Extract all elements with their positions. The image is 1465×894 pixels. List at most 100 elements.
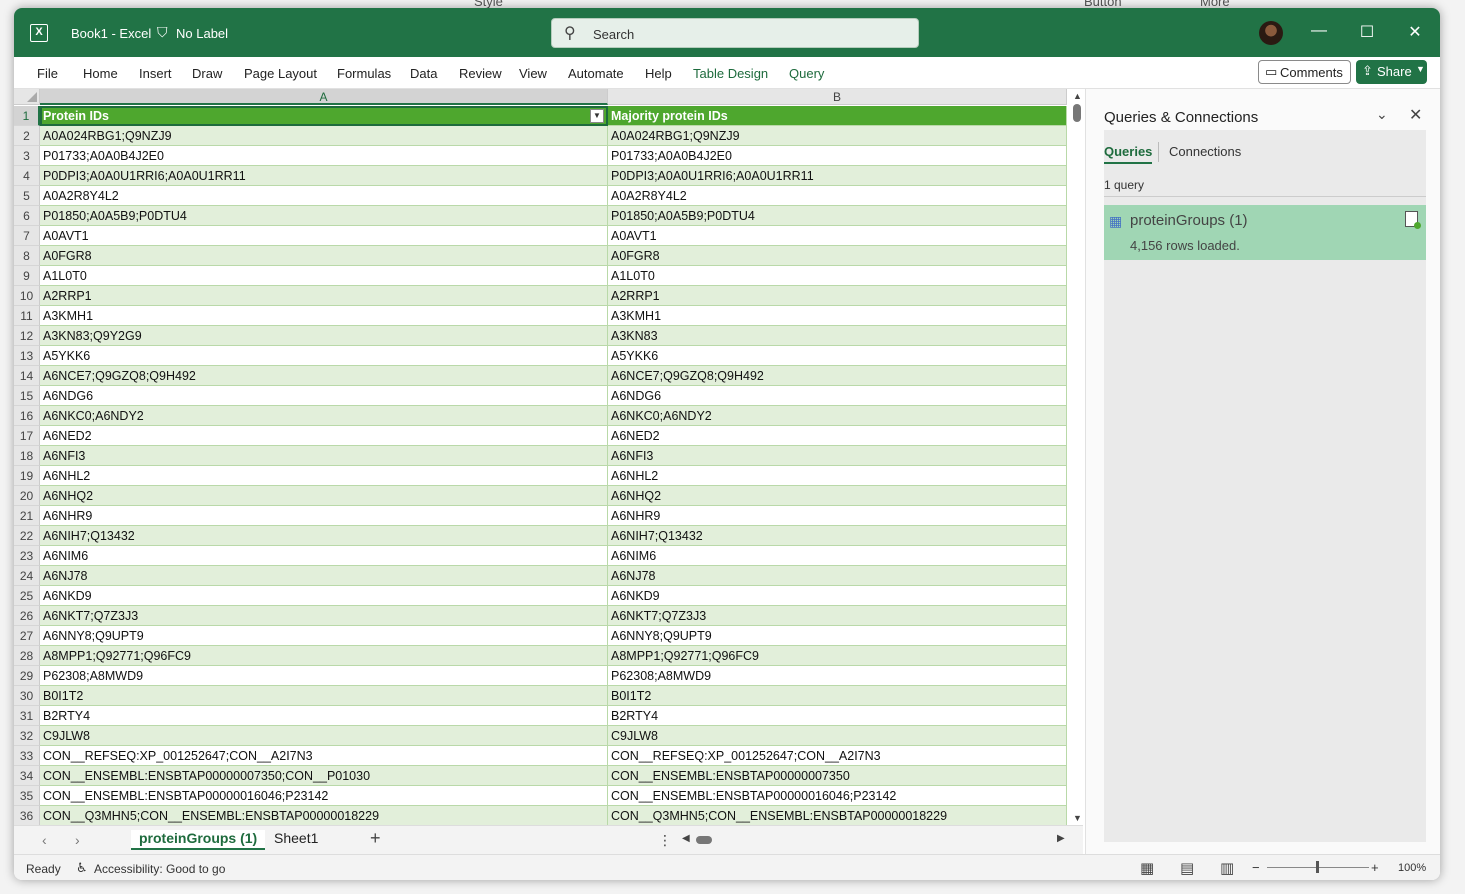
tab-data[interactable]: Data [410, 66, 437, 81]
cell-majority-protein-ids[interactable]: CON__ENSEMBL:ENSBTAP00000007350 [608, 766, 1067, 786]
page-break-view-icon[interactable]: ▥ [1220, 859, 1234, 877]
comments-button[interactable]: ▭ Comments [1258, 60, 1351, 84]
row-number[interactable]: 15 [14, 386, 40, 406]
filter-dropdown-icon[interactable]: ▼ [590, 109, 604, 123]
cell-protein-ids[interactable]: A6NNY8;Q9UPT9 [40, 626, 608, 646]
shield-icon[interactable]: ⛉ [157, 24, 168, 41]
cell-majority-protein-ids[interactable]: C9JLW8 [608, 726, 1067, 746]
cell-protein-ids[interactable]: A6NED2 [40, 426, 608, 446]
row-number[interactable]: 35 [14, 786, 40, 806]
row-number[interactable]: 34 [14, 766, 40, 786]
zoom-out-button[interactable]: − [1252, 860, 1260, 875]
share-button[interactable]: ⇪ Share ▼ [1356, 60, 1427, 84]
row-number[interactable]: 9 [14, 266, 40, 286]
tab-home[interactable]: Home [83, 66, 118, 81]
tab-queries[interactable]: Queries [1104, 144, 1153, 164]
cell-protein-ids[interactable]: CON__Q3MHN5;CON__ENSEMBL:ENSBTAP00000018… [40, 806, 608, 825]
tab-insert[interactable]: Insert [139, 66, 172, 81]
worksheet-grid[interactable]: A B 1 Protein IDs ▼ Majority protein IDs… [14, 89, 1083, 825]
cell-majority-protein-ids[interactable]: P01733;A0A0B4J2E0 [608, 146, 1067, 166]
row-number[interactable]: 27 [14, 626, 40, 646]
cell-majority-protein-ids[interactable]: A6NED2 [608, 426, 1067, 446]
cell-majority-protein-ids[interactable]: A6NHQ2 [608, 486, 1067, 506]
scroll-down-icon[interactable]: ▼ [1073, 813, 1082, 823]
accessibility-status[interactable]: Accessibility: Good to go [94, 862, 225, 876]
row-number[interactable]: 16 [14, 406, 40, 426]
cell-majority-protein-ids[interactable]: A6NFI3 [608, 446, 1067, 466]
refresh-document-icon[interactable] [1405, 211, 1421, 229]
next-sheet-icon[interactable]: › [75, 832, 80, 848]
row-number[interactable]: 13 [14, 346, 40, 366]
minimize-button[interactable]: — [1309, 22, 1329, 40]
horizontal-scroll-thumb[interactable] [696, 836, 712, 844]
row-number[interactable]: 17 [14, 426, 40, 446]
row-number[interactable]: 20 [14, 486, 40, 506]
cell-protein-ids[interactable]: B2RTY4 [40, 706, 608, 726]
cell-protein-ids[interactable]: A6NKC0;A6NDY2 [40, 406, 608, 426]
cell-protein-ids[interactable]: A3KN83;Q9Y2G9 [40, 326, 608, 346]
cell-protein-ids[interactable]: CON__ENSEMBL:ENSBTAP00000016046;P23142 [40, 786, 608, 806]
cell-majority-protein-ids[interactable]: A0FGR8 [608, 246, 1067, 266]
maximize-button[interactable]: ☐ [1357, 22, 1377, 42]
cell-protein-ids[interactable]: CON__REFSEQ:XP_001252647;CON__A2I7N3 [40, 746, 608, 766]
cell-majority-protein-ids[interactable]: A0A2R8Y4L2 [608, 186, 1067, 206]
cell-protein-ids[interactable]: A6NIH7;Q13432 [40, 526, 608, 546]
cell-protein-ids[interactable]: A2RRP1 [40, 286, 608, 306]
zoom-level[interactable]: 100% [1398, 862, 1426, 874]
cell-protein-ids[interactable]: P01850;A0A5B9;P0DTU4 [40, 206, 608, 226]
row-number[interactable]: 19 [14, 466, 40, 486]
cell-protein-ids[interactable]: B0I1T2 [40, 686, 608, 706]
cell-majority-protein-ids[interactable]: A1L0T0 [608, 266, 1067, 286]
cell-majority-protein-ids[interactable]: P01850;A0A5B9;P0DTU4 [608, 206, 1067, 226]
cell-protein-ids[interactable]: P0DPI3;A0A0U1RRI6;A0A0U1RR11 [40, 166, 608, 186]
more-options-icon[interactable]: ⋮ [658, 832, 672, 849]
cell-protein-ids[interactable]: A6NJ78 [40, 566, 608, 586]
header-cell-protein-ids[interactable]: Protein IDs ▼ [40, 106, 608, 126]
row-number[interactable]: 10 [14, 286, 40, 306]
avatar[interactable] [1259, 21, 1283, 45]
search-box[interactable]: ⚲ Search [551, 18, 919, 48]
document-title[interactable]: Book1 - Excel [71, 26, 151, 41]
header-cell-majority-protein-ids[interactable]: Majority protein IDs [608, 106, 1067, 126]
excel-logo-icon[interactable]: X [30, 24, 48, 42]
cell-majority-protein-ids[interactable]: A6NKT7;Q7Z3J3 [608, 606, 1067, 626]
row-number[interactable]: 23 [14, 546, 40, 566]
column-header-b[interactable]: B [608, 89, 1067, 105]
cell-majority-protein-ids[interactable]: CON__REFSEQ:XP_001252647;CON__A2I7N3 [608, 746, 1067, 766]
cell-majority-protein-ids[interactable]: A6NKC0;A6NDY2 [608, 406, 1067, 426]
row-number[interactable]: 28 [14, 646, 40, 666]
cell-majority-protein-ids[interactable]: P0DPI3;A0A0U1RRI6;A0A0U1RR11 [608, 166, 1067, 186]
cell-majority-protein-ids[interactable]: P62308;A8MWD9 [608, 666, 1067, 686]
cell-majority-protein-ids[interactable]: A5YKK6 [608, 346, 1067, 366]
cell-protein-ids[interactable]: A0FGR8 [40, 246, 608, 266]
row-number[interactable]: 36 [14, 806, 40, 825]
cell-majority-protein-ids[interactable]: A6NCE7;Q9GZQ8;Q9H492 [608, 366, 1067, 386]
cell-protein-ids[interactable]: A0AVT1 [40, 226, 608, 246]
prev-sheet-icon[interactable]: ‹ [42, 832, 47, 848]
zoom-in-button[interactable]: + [1371, 860, 1379, 875]
row-number[interactable]: 22 [14, 526, 40, 546]
row-number[interactable]: 32 [14, 726, 40, 746]
row-number[interactable]: 11 [14, 306, 40, 326]
vertical-scrollbar[interactable]: ▲ ▼ [1070, 89, 1084, 825]
row-number[interactable]: 31 [14, 706, 40, 726]
row-number[interactable]: 29 [14, 666, 40, 686]
row-number[interactable]: 14 [14, 366, 40, 386]
tab-query[interactable]: Query [789, 66, 824, 81]
normal-view-icon[interactable]: ▦ [1140, 859, 1154, 877]
row-number[interactable]: 7 [14, 226, 40, 246]
cell-protein-ids[interactable]: A8MPP1;Q92771;Q96FC9 [40, 646, 608, 666]
tab-page-layout[interactable]: Page Layout [244, 66, 317, 81]
cell-majority-protein-ids[interactable]: A8MPP1;Q92771;Q96FC9 [608, 646, 1067, 666]
row-number[interactable]: 1 [14, 106, 40, 126]
row-number[interactable]: 30 [14, 686, 40, 706]
scroll-up-icon[interactable]: ▲ [1073, 91, 1082, 101]
row-number[interactable]: 26 [14, 606, 40, 626]
row-number[interactable]: 3 [14, 146, 40, 166]
cell-majority-protein-ids[interactable]: A6NKD9 [608, 586, 1067, 606]
cell-majority-protein-ids[interactable]: A6NHR9 [608, 506, 1067, 526]
cell-majority-protein-ids[interactable]: A6NJ78 [608, 566, 1067, 586]
tab-review[interactable]: Review [459, 66, 502, 81]
add-sheet-button[interactable]: + [370, 828, 381, 849]
tab-view[interactable]: View [519, 66, 547, 81]
